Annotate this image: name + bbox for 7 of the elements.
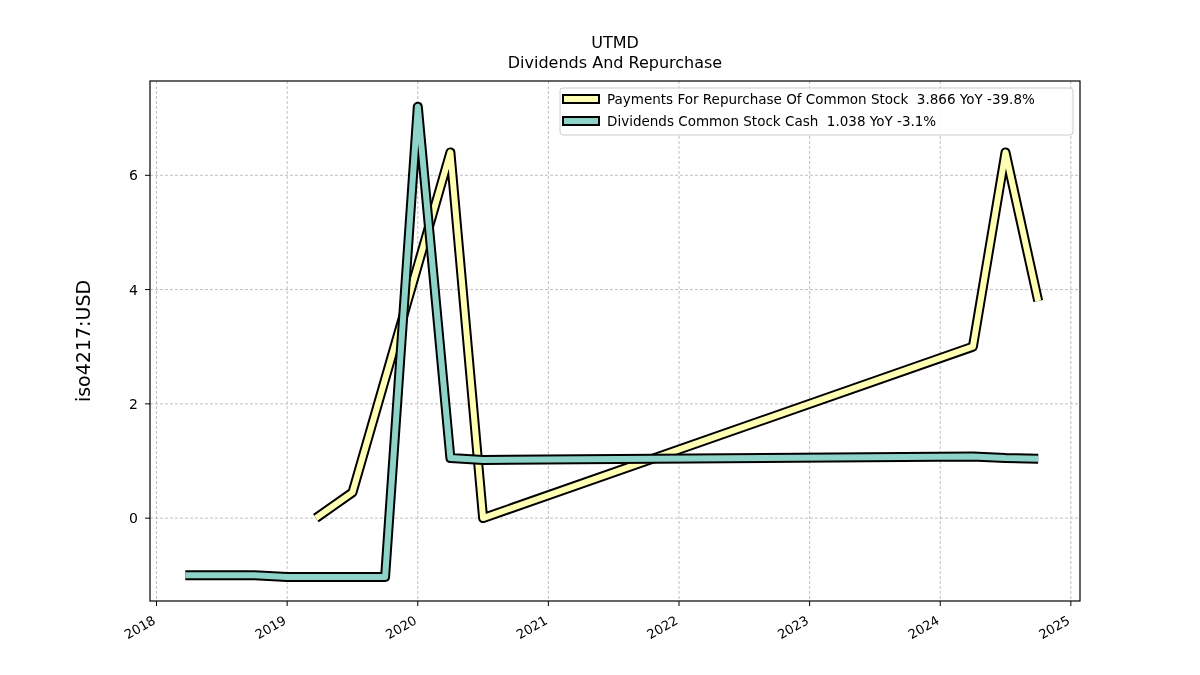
- y-tick-label: 6: [129, 167, 138, 184]
- y-axis-label: iso4217:USD: [72, 279, 94, 403]
- y-tick-label: 0: [129, 510, 138, 527]
- y-tick-label: 4: [129, 281, 138, 298]
- y-tick-label: 2: [129, 395, 138, 412]
- chart-ticker: UTMD: [591, 33, 639, 52]
- chart-title: Dividends And Repurchase: [507, 53, 723, 72]
